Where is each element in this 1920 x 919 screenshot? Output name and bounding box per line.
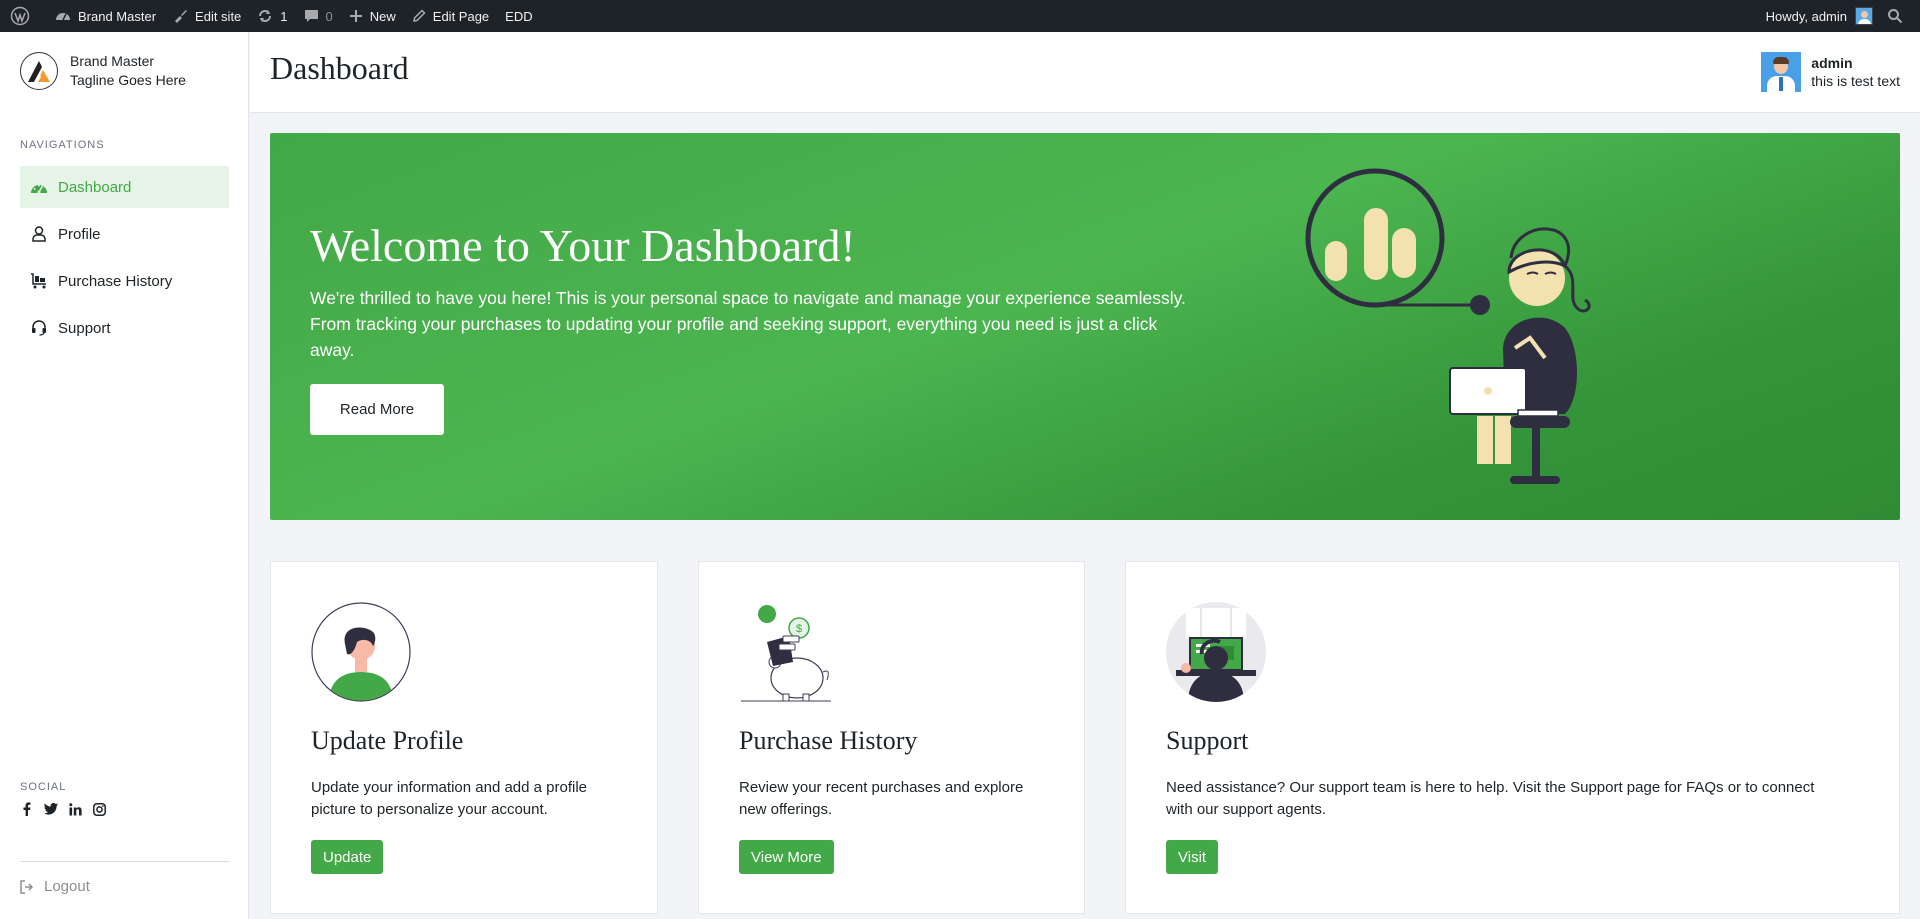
update-button[interactable]: Update <box>311 840 384 874</box>
facebook-icon[interactable] <box>20 802 34 816</box>
brush-icon <box>175 10 188 23</box>
social-links <box>20 802 106 816</box>
logout-link[interactable]: Logout <box>20 878 90 895</box>
user-icon <box>30 226 48 242</box>
profile-avatar-illustration <box>311 602 411 702</box>
brand-logo <box>20 52 58 90</box>
new-label: New <box>369 8 396 24</box>
sidebar-item-label: Purchase History <box>58 272 173 290</box>
card-text: Review your recent purchases and explore… <box>739 779 1024 818</box>
instagram-icon[interactable] <box>92 802 106 816</box>
card-update-profile: Update Profile Update your information a… <box>270 561 658 914</box>
brand[interactable]: Brand Master Tagline Goes Here <box>20 52 186 90</box>
linkedin-icon[interactable] <box>68 802 82 816</box>
search-button[interactable] <box>1881 0 1920 32</box>
sidebar-nav: Dashboard Profile Purchase History Suppo… <box>20 166 229 354</box>
card-title: Support <box>1166 726 1249 755</box>
logout-icon <box>20 879 34 894</box>
visit-button[interactable]: Visit <box>1166 840 1219 874</box>
sidebar-item-label: Profile <box>58 225 101 243</box>
updates-icon <box>259 10 272 22</box>
wordpress-logo-icon[interactable] <box>0 0 47 32</box>
site-name-menu[interactable]: Brand Master <box>47 0 164 32</box>
welcome-text: We're thrilled to have you here! This is… <box>310 288 1186 360</box>
card-title: Update Profile <box>311 726 464 755</box>
updates-link[interactable]: 1 <box>249 0 295 32</box>
card-title: Purchase History <box>739 726 918 755</box>
piggy-bank-illustration: $ <box>741 605 831 702</box>
edit-site-link[interactable]: Edit site <box>164 0 249 32</box>
my-account-menu[interactable]: Howdy, admin <box>1758 0 1881 32</box>
sidebar-item-purchase-history[interactable]: Purchase History <box>20 260 229 302</box>
pencil-icon <box>412 9 426 22</box>
avatar <box>1761 52 1802 92</box>
headset-icon <box>30 320 48 336</box>
admin-bar: Brand Master Edit site 1 0 New Edit Page… <box>0 0 1920 32</box>
sidebar-divider <box>20 861 229 862</box>
card-support: Support Need assistance? Our support tea… <box>1125 561 1900 914</box>
comments-count: 0 <box>325 8 333 24</box>
sidebar-item-label: Support <box>58 319 111 337</box>
sidebar-item-profile[interactable]: Profile <box>20 213 229 255</box>
svg-text:$: $ <box>796 623 802 635</box>
social-heading: SOCIAL <box>20 781 67 793</box>
edit-page-label: Edit Page <box>432 8 490 24</box>
read-more-button[interactable]: Read More <box>310 384 444 435</box>
updates-count: 1 <box>280 8 288 24</box>
sidebar-item-support[interactable]: Support <box>20 307 229 349</box>
user-profile-box[interactable]: admin this is test text <box>1761 52 1900 92</box>
sidebar-item-dashboard[interactable]: Dashboard <box>20 166 229 208</box>
dashboard-illustration <box>1305 168 1591 484</box>
welcome-title: Welcome to Your Dashboard! <box>310 220 856 271</box>
brand-name: Brand Master <box>70 53 155 69</box>
site-name: Brand Master <box>78 8 157 24</box>
view-more-button[interactable]: View More <box>739 840 834 874</box>
edit-page-link[interactable]: Edit Page <box>404 0 497 32</box>
card-text: Need assistance? Our support team is her… <box>1166 779 1815 818</box>
howdy-text: Howdy, admin <box>1765 8 1847 24</box>
twitter-icon[interactable] <box>44 802 58 816</box>
page-title: Dashboard <box>270 50 409 86</box>
sidebar-item-label: Dashboard <box>58 178 132 196</box>
navigations-heading: NAVIGATIONS <box>20 139 105 151</box>
card-purchase-history: $ Purchase History Review your recent pu… <box>698 561 1085 914</box>
sidebar: Brand Master Tagline Goes Here NAVIGATIO… <box>0 32 249 919</box>
dashboard-icon <box>30 179 48 195</box>
new-content-menu[interactable]: New <box>341 0 404 32</box>
edd-menu[interactable]: EDD <box>497 0 540 32</box>
admin-avatar <box>1855 7 1873 25</box>
user-name: admin <box>1811 55 1853 71</box>
user-subtitle: this is test text <box>1811 73 1900 89</box>
welcome-banner: Welcome to Your Dashboard! We're thrille… <box>270 133 1900 520</box>
logout-label: Logout <box>44 878 90 895</box>
comments-link[interactable]: 0 <box>296 0 341 32</box>
comment-icon <box>304 10 318 22</box>
edit-site-label: Edit site <box>195 8 242 24</box>
support-agent-illustration <box>1166 602 1266 702</box>
plus-icon <box>349 10 362 22</box>
brand-tagline: Tagline Goes Here <box>70 72 186 88</box>
edd-label: EDD <box>505 8 533 24</box>
search-icon <box>1888 9 1903 24</box>
dashboard-gauge-icon <box>56 13 70 21</box>
page-header: Dashboard admin this is test text <box>250 32 1920 113</box>
card-text: Update your information and add a profil… <box>311 779 588 818</box>
cart-icon <box>30 273 48 289</box>
